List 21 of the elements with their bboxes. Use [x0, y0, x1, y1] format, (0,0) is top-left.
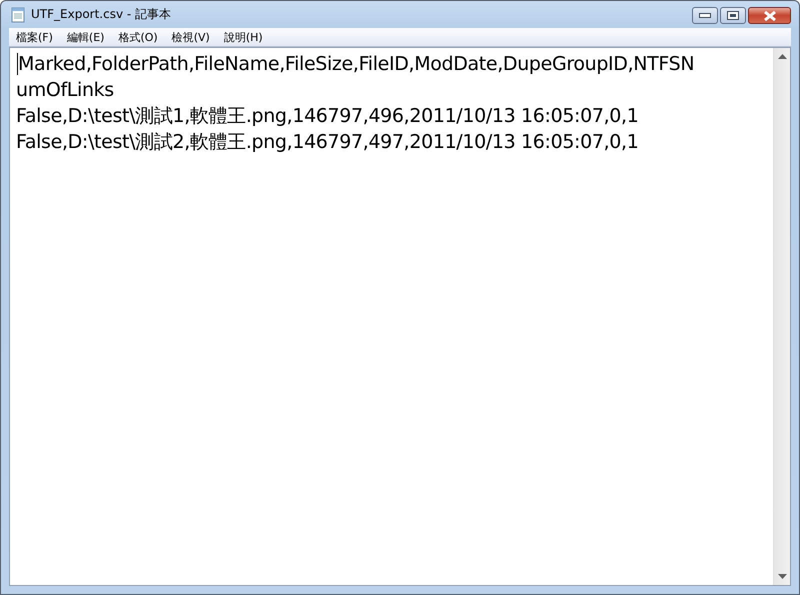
text-line: umOfLinks [16, 78, 114, 103]
minimize-button[interactable] [692, 7, 718, 24]
close-button[interactable] [748, 7, 791, 24]
maximize-button[interactable] [720, 7, 746, 24]
maximize-icon [727, 11, 739, 20]
scrollbar[interactable] [773, 48, 790, 585]
close-icon [762, 10, 776, 20]
menu-item[interactable]: 檢視(V) [164, 30, 217, 44]
minimize-icon [699, 13, 711, 18]
menu-item[interactable]: 說明(H) [216, 30, 270, 44]
text-cursor [17, 53, 18, 75]
menu-item[interactable]: 編輯(E) [60, 30, 112, 44]
scroll-up-icon[interactable] [778, 54, 786, 59]
text-line: Marked,FolderPath,FileName,FileSize,FileID,ModDate,DupeGroupID,NTFSN [18, 52, 694, 77]
menu-item[interactable]: 格式(O) [111, 30, 165, 44]
menu-item[interactable]: 檔案(F) [9, 30, 60, 44]
window-title: UTF_Export.csv - 記事本 [31, 6, 172, 23]
notepad-icon [11, 6, 25, 22]
text-line: False,D:\test\測試1,軟體王.png,146797,496,2011/10/13 16:05:07,0,1 [16, 104, 638, 129]
text-line: False,D:\test\測試2,軟體王.png,146797,497,2011/10/13 16:05:07,0,1 [16, 130, 638, 155]
scroll-down-icon[interactable] [778, 574, 786, 579]
